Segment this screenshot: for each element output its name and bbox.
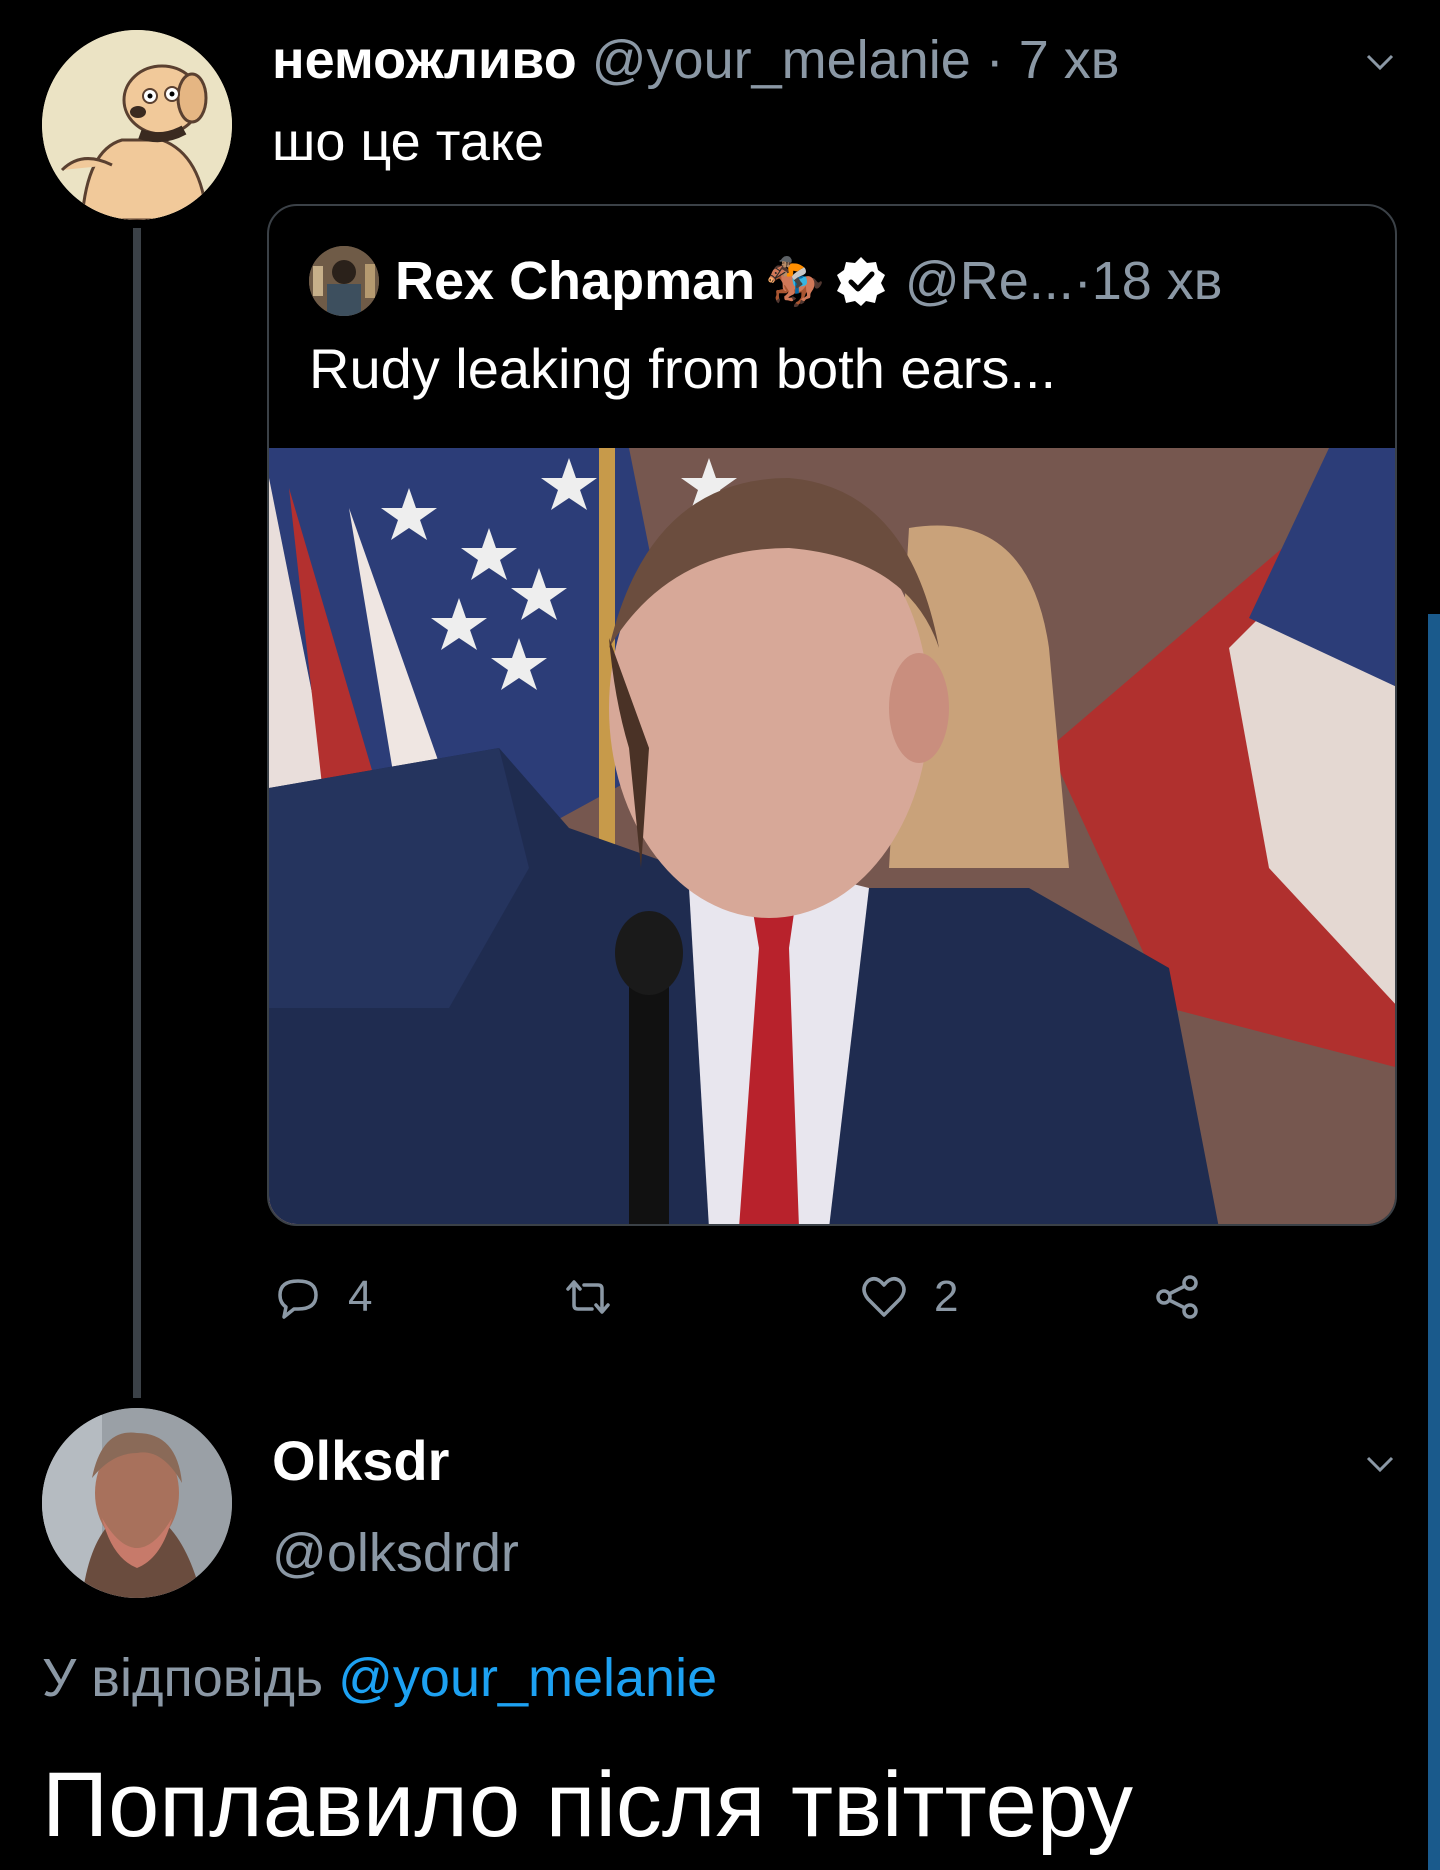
tweet-text: шо це таке [272,112,545,172]
quoted-tweet-header: Rex Chapman 🏇🏽 @Re... · 18 хв [309,246,1222,316]
thread-connector-line [133,228,141,1398]
reply-button[interactable]: 4 [270,1262,372,1332]
share-icon [1156,1275,1198,1319]
retweet-icon [566,1280,610,1314]
heart-icon [862,1277,906,1317]
separator-dot: · [970,30,1019,90]
share-button[interactable] [1150,1262,1228,1332]
author-name[interactable]: Olksdr [272,1428,449,1494]
reply-icon [278,1279,318,1319]
chevron-down-icon[interactable] [1360,42,1400,82]
verified-badge-icon [835,255,887,307]
avatar[interactable] [42,30,232,220]
avatar-dog-illustration [42,30,232,220]
avatar[interactable] [42,1408,232,1598]
quoted-author-name: Rex Chapman [395,251,756,311]
like-count: 2 [934,1272,959,1321]
quoted-tweet-text: Rudy leaking from both ears... [309,337,1057,400]
like-button[interactable]: 2 [856,1262,958,1332]
press-conference-photo [269,448,1395,1224]
quoted-author-avatar [309,246,379,316]
tweet-actions-bar: 4 2 [270,1262,1230,1332]
tweet-text: Поплавило після твіттеру [42,1754,1133,1856]
retweet-button[interactable] [560,1262,638,1332]
quoted-tweet-card[interactable]: Rex Chapman 🏇🏽 @Re... · 18 хв Rudy leaki… [267,204,1397,1226]
quoted-tweet-timestamp: 18 хв [1091,251,1223,311]
scrollbar[interactable] [1428,614,1440,1870]
quoted-tweet-media[interactable] [269,448,1395,1224]
author-handle[interactable]: @your_melanie [592,30,971,90]
horse-racing-emoji: 🏇🏽 [765,255,825,309]
tweet-timestamp[interactable]: 7 хв [1019,30,1120,90]
reply-count: 4 [348,1272,373,1321]
tweet-header: неможливо @your_melanie · 7 хв [272,28,1119,92]
chevron-down-icon[interactable] [1360,1444,1400,1484]
reply-mention-link[interactable]: @your_melanie [338,1648,717,1708]
separator-dot: · [1073,251,1092,311]
author-name[interactable]: неможливо [272,30,577,90]
avatar-photo [42,1408,232,1598]
author-handle[interactable]: @olksdrdr [272,1520,519,1586]
replying-to-line: У відповідь @your_melanie [42,1645,717,1711]
quoted-author-handle: @Re... [904,251,1074,311]
replying-to-label: У відповідь [42,1648,339,1708]
